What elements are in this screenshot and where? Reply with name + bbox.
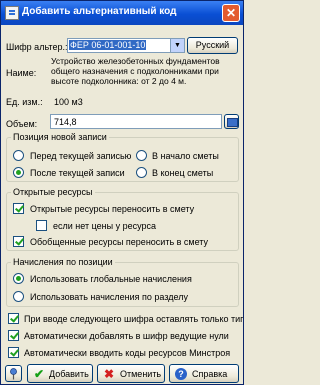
radio-section-charges-label: Использовать начисления по разделу <box>30 292 188 302</box>
radio-after-current-label: После текущей записи <box>30 168 125 178</box>
radio-estimate-end[interactable] <box>136 167 147 178</box>
cancel-button-label: Отменить <box>120 369 162 379</box>
check-no-price-label: если нет цены у ресурса <box>53 221 157 231</box>
language-button[interactable]: Русский <box>187 37 238 54</box>
cipher-label: Шифр альтер.: <box>6 42 68 52</box>
cancel-button[interactable]: ✖ Отменить <box>97 364 165 383</box>
close-icon[interactable]: ✕ <box>222 4 240 22</box>
unit-label: Ед. изм.: <box>6 97 43 107</box>
position-group-title: Позиция новой записи <box>13 132 107 142</box>
radio-before-current-label: Перед текущей записью <box>30 151 132 161</box>
check-transfer-open-resources-label: Открытые ресурсы переносить в смету <box>30 204 195 214</box>
add-button-label: Добавить <box>49 369 89 379</box>
help-button[interactable]: ? Справка <box>169 364 239 383</box>
cipher-combobox[interactable]: ФЕР 06-01-001-10 ▼ <box>67 38 185 53</box>
check-leading-zeros[interactable] <box>8 330 19 341</box>
question-icon: ? <box>175 368 187 380</box>
title-bar: Добавить альтернативный код ✕ <box>1 1 243 25</box>
volume-value: 714,8 <box>54 117 77 127</box>
radio-before-current[interactable] <box>13 150 24 161</box>
window-title: Добавить альтернативный код <box>22 6 177 17</box>
check-leading-zeros-label: Автоматически добавлять в шифр ведущие н… <box>24 331 229 341</box>
charges-group-title: Начисления по позиции <box>13 257 113 267</box>
check-no-price[interactable] <box>36 220 47 231</box>
check-transfer-generalized-resources-label: Обобщенные ресурсы переносить в смету <box>30 237 209 247</box>
unit-value: 100 м3 <box>54 97 83 107</box>
check-minstroy-codes-label: Автоматически вводить коды ресурсов Минс… <box>24 348 231 358</box>
checkmark-icon: ✔ <box>34 367 45 381</box>
check-transfer-open-resources[interactable] <box>13 203 24 214</box>
radio-estimate-end-label: В конец сметы <box>152 168 214 178</box>
check-keep-type-only[interactable] <box>8 313 19 324</box>
name-text: Устройство железобетонных фундаментов об… <box>51 56 220 86</box>
calculator-button[interactable] <box>224 114 239 129</box>
dropdown-arrow-icon[interactable]: ▼ <box>170 39 184 52</box>
check-minstroy-codes[interactable] <box>8 347 19 358</box>
name-label: Наиме: <box>6 68 37 78</box>
x-icon: ✖ <box>104 367 115 381</box>
radio-global-charges-label: Использовать глобальные начисления <box>30 274 192 284</box>
check-transfer-generalized-resources[interactable] <box>13 236 24 247</box>
radio-section-charges[interactable] <box>13 291 24 302</box>
calculator-icon <box>227 118 238 127</box>
help-button-label: Справка <box>192 369 228 379</box>
cipher-value: ФЕР 06-01-001-10 <box>69 40 147 50</box>
radio-estimate-start-label: В начало сметы <box>152 151 219 161</box>
check-keep-type-only-label: При вводе следующего шифра оставлять тол… <box>24 314 244 324</box>
dialog-icon <box>5 6 19 20</box>
radio-after-current[interactable] <box>13 167 24 178</box>
volume-label: Объем: <box>6 119 38 129</box>
dialog-window: Добавить альтернативный код ✕ Шифр альте… <box>0 0 244 385</box>
resources-group-title: Открытые ресурсы <box>13 187 93 197</box>
volume-input[interactable]: 714,8 <box>50 114 222 129</box>
add-button[interactable]: ✔ Добавить <box>27 364 93 383</box>
pin-button[interactable] <box>5 365 22 382</box>
radio-global-charges[interactable] <box>13 273 24 284</box>
pin-icon <box>10 368 17 380</box>
radio-estimate-start[interactable] <box>136 150 147 161</box>
